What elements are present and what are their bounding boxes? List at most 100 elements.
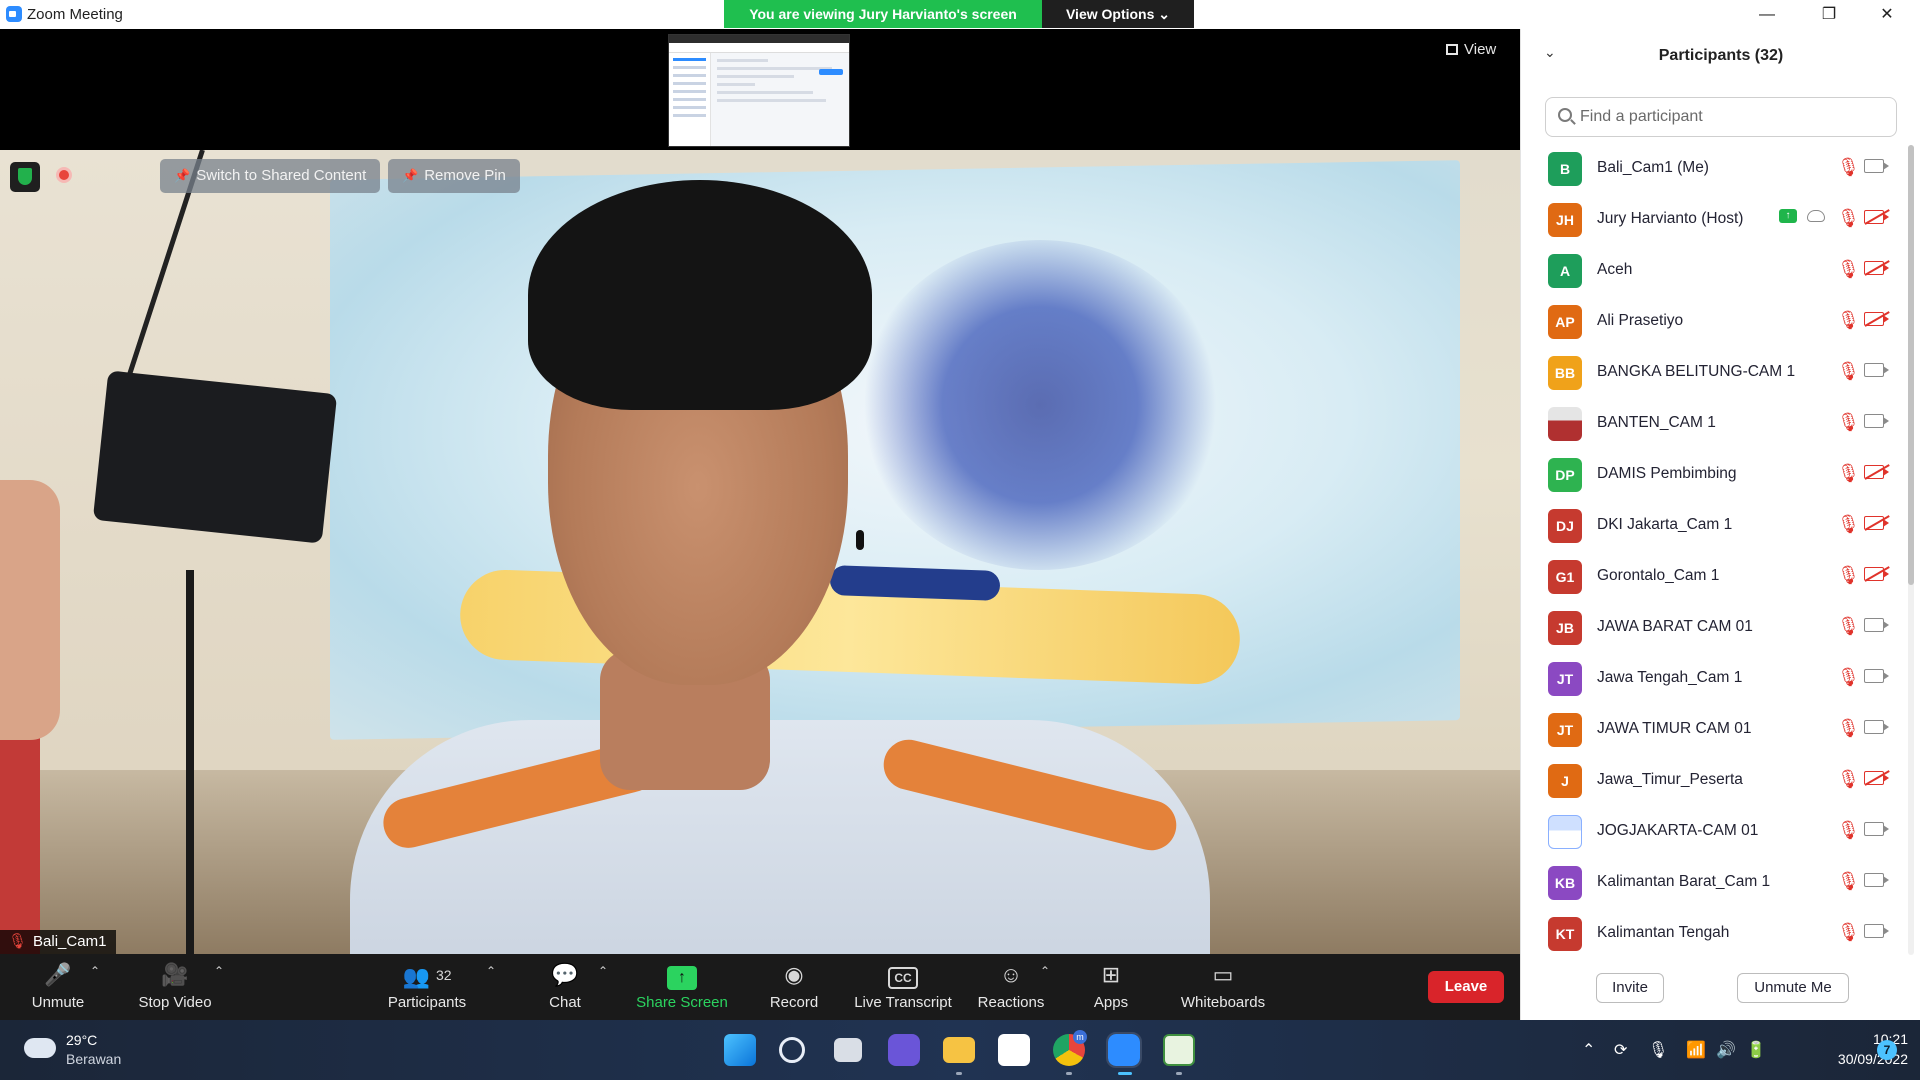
minimize-button[interactable]: — bbox=[1744, 3, 1790, 27]
muted-mic-icon[interactable]: 🎙 bbox=[1837, 310, 1860, 331]
volume-icon[interactable]: 🔊 bbox=[1716, 1040, 1736, 1060]
participant-row[interactable]: G1 Gorontalo_Cam 1 🎙 bbox=[1521, 551, 1901, 602]
video-off-icon[interactable] bbox=[1864, 210, 1889, 224]
video-camera-icon[interactable] bbox=[1864, 414, 1889, 428]
video-off-icon[interactable] bbox=[1864, 465, 1889, 479]
shared-screen-thumbnail[interactable] bbox=[668, 34, 850, 147]
task-view-icon[interactable] bbox=[834, 1038, 862, 1062]
participant-row[interactable]: KT Kalimantan Tengah 🎙 bbox=[1521, 908, 1901, 953]
muted-mic-icon[interactable]: 🎙 bbox=[1837, 208, 1860, 229]
switch-to-shared-content-button[interactable]: 📌 Switch to Shared Content bbox=[160, 159, 381, 193]
sync-icon[interactable]: ⟳ bbox=[1614, 1040, 1627, 1060]
muted-mic-icon[interactable]: 🎙 bbox=[1837, 820, 1860, 841]
participant-row[interactable]: JT JAWA TIMUR CAM 01 🎙 bbox=[1521, 704, 1901, 755]
muted-mic-icon[interactable]: 🎙 bbox=[1837, 769, 1860, 790]
file-explorer-icon[interactable] bbox=[943, 1037, 975, 1063]
video-camera-icon[interactable] bbox=[1864, 720, 1889, 734]
participants-button[interactable]: 👥 32 Participants bbox=[384, 962, 470, 1018]
muted-mic-icon[interactable]: 🎙 bbox=[1837, 361, 1860, 382]
whiteboards-button[interactable]: ▭ Whiteboards bbox=[1176, 962, 1270, 1018]
share-screen-button[interactable]: ↑ Share Screen bbox=[634, 962, 730, 1018]
video-off-icon[interactable] bbox=[1864, 567, 1889, 581]
search-icon[interactable] bbox=[779, 1037, 805, 1063]
chrome-icon[interactable]: m bbox=[1053, 1030, 1087, 1066]
participant-row[interactable]: BB BANGKA BELITUNG-CAM 1 🎙 bbox=[1521, 347, 1901, 398]
participant-row[interactable]: JH Jury Harvianto (Host) ↑ 🎙 bbox=[1521, 194, 1901, 245]
video-options-caret[interactable]: ⌃ bbox=[214, 962, 226, 1018]
view-options-button[interactable]: View Options ⌄ bbox=[1042, 0, 1194, 28]
view-layout-button[interactable]: View bbox=[1446, 41, 1496, 58]
muted-mic-icon[interactable]: 🎙 bbox=[1837, 412, 1860, 433]
leave-button[interactable]: Leave bbox=[1428, 971, 1504, 1003]
reactions-button[interactable]: ☺ Reactions bbox=[976, 962, 1046, 1018]
participant-search-box[interactable] bbox=[1545, 97, 1897, 137]
unmute-button[interactable]: 🎤 Unmute bbox=[22, 962, 94, 1018]
start-windows-icon[interactable] bbox=[724, 1034, 756, 1066]
weather-temperature[interactable]: 29°C bbox=[66, 1032, 97, 1048]
remove-pin-button[interactable]: 📌 Remove Pin bbox=[388, 159, 520, 193]
muted-mic-icon[interactable]: 🎙 bbox=[1837, 259, 1860, 280]
video-off-icon[interactable] bbox=[1864, 771, 1889, 785]
participant-row[interactable]: JB JAWA BARAT CAM 01 🎙 bbox=[1521, 602, 1901, 653]
microphone-icon[interactable]: 🎙 bbox=[1648, 1040, 1668, 1060]
muted-mic-icon[interactable]: 🎙 bbox=[1837, 871, 1860, 892]
video-camera-icon[interactable] bbox=[1864, 618, 1889, 632]
record-button[interactable]: ◉ Record bbox=[764, 962, 824, 1018]
chat-button[interactable]: 💬 Chat bbox=[540, 962, 590, 1018]
video-camera-icon[interactable] bbox=[1864, 873, 1889, 887]
muted-mic-icon[interactable]: 🎙 bbox=[1837, 667, 1860, 688]
restore-button[interactable]: ❐ bbox=[1806, 3, 1852, 27]
apps-button[interactable]: ⊞ Apps bbox=[1086, 962, 1136, 1018]
video-camera-icon[interactable] bbox=[1864, 669, 1889, 683]
participant-row[interactable]: BANTEN_CAM 1 🎙 bbox=[1521, 398, 1901, 449]
video-camera-icon[interactable] bbox=[1864, 363, 1889, 377]
stop-video-button[interactable]: 🎥 Stop Video bbox=[132, 962, 218, 1018]
video-off-icon[interactable] bbox=[1864, 312, 1889, 326]
close-button[interactable]: ✕ bbox=[1864, 3, 1910, 27]
muted-mic-icon[interactable]: 🎙 bbox=[1837, 463, 1860, 484]
participants-icon: 👥 32 bbox=[402, 964, 452, 989]
chat-options-caret[interactable]: ⌃ bbox=[598, 962, 610, 1018]
muted-mic-icon[interactable]: 🎙 bbox=[1837, 616, 1860, 637]
teams-chat-icon[interactable] bbox=[888, 1034, 920, 1066]
cloud-icon[interactable] bbox=[24, 1038, 56, 1058]
video-camera-icon[interactable] bbox=[1864, 822, 1889, 836]
participant-row[interactable]: JT Jawa Tengah_Cam 1 🎙 bbox=[1521, 653, 1901, 704]
participant-row[interactable]: AP Ali Prasetiyo 🎙 bbox=[1521, 296, 1901, 347]
participant-row[interactable]: J Jawa_Timur_Peserta 🎙 bbox=[1521, 755, 1901, 806]
participant-list-scrollbar[interactable] bbox=[1908, 145, 1914, 955]
video-off-icon[interactable] bbox=[1864, 516, 1889, 530]
participant-row[interactable]: JOGJAKARTA-CAM 01 🎙 bbox=[1521, 806, 1901, 857]
participant-row[interactable]: KB Kalimantan Barat_Cam 1 🎙 bbox=[1521, 857, 1901, 908]
wifi-icon[interactable]: 📶 bbox=[1686, 1040, 1706, 1060]
participant-row[interactable]: B Bali_Cam1 (Me) 🎙 bbox=[1521, 143, 1901, 194]
video-off-icon[interactable] bbox=[1864, 261, 1889, 275]
audio-options-caret[interactable]: ⌃ bbox=[90, 962, 102, 1018]
reactions-options-caret[interactable]: ⌃ bbox=[1040, 962, 1052, 1018]
unmute-me-button[interactable]: Unmute Me bbox=[1737, 973, 1849, 1003]
microsoft-store-icon[interactable] bbox=[998, 1034, 1030, 1066]
participants-options-caret[interactable]: ⌃ bbox=[486, 962, 498, 1018]
muted-mic-icon[interactable]: 🎙 bbox=[1837, 157, 1860, 178]
show-hidden-icons-chevron-icon[interactable]: ⌃ bbox=[1582, 1040, 1595, 1060]
video-camera-icon[interactable] bbox=[1864, 159, 1889, 173]
participant-row[interactable]: DP DAMIS Pembimbing 🎙 bbox=[1521, 449, 1901, 500]
live-transcript-button[interactable]: CC Live Transcript bbox=[852, 962, 954, 1018]
participant-row[interactable]: DJ DKI Jakarta_Cam 1 🎙 bbox=[1521, 500, 1901, 551]
scrollbar-thumb[interactable] bbox=[1908, 145, 1914, 585]
muted-mic-icon[interactable]: 🎙 bbox=[1837, 514, 1860, 535]
participant-row[interactable]: A Aceh 🎙 bbox=[1521, 245, 1901, 296]
participant-search-input[interactable] bbox=[1580, 106, 1880, 128]
zoom-taskbar-icon[interactable] bbox=[1106, 1032, 1142, 1068]
security-shield-icon[interactable] bbox=[10, 162, 40, 192]
muted-mic-icon[interactable]: 🎙 bbox=[1837, 922, 1860, 943]
recording-indicator-icon bbox=[56, 167, 72, 183]
weather-description[interactable]: Berawan bbox=[66, 1051, 121, 1067]
notification-badge[interactable]: 7 bbox=[1877, 1040, 1897, 1060]
notepad-icon[interactable] bbox=[1163, 1034, 1195, 1066]
invite-button[interactable]: Invite bbox=[1596, 973, 1664, 1003]
video-camera-icon[interactable] bbox=[1864, 924, 1889, 938]
muted-mic-icon[interactable]: 🎙 bbox=[1837, 718, 1860, 739]
battery-icon[interactable]: 🔋 bbox=[1746, 1040, 1766, 1060]
muted-mic-icon[interactable]: 🎙 bbox=[1837, 565, 1860, 586]
